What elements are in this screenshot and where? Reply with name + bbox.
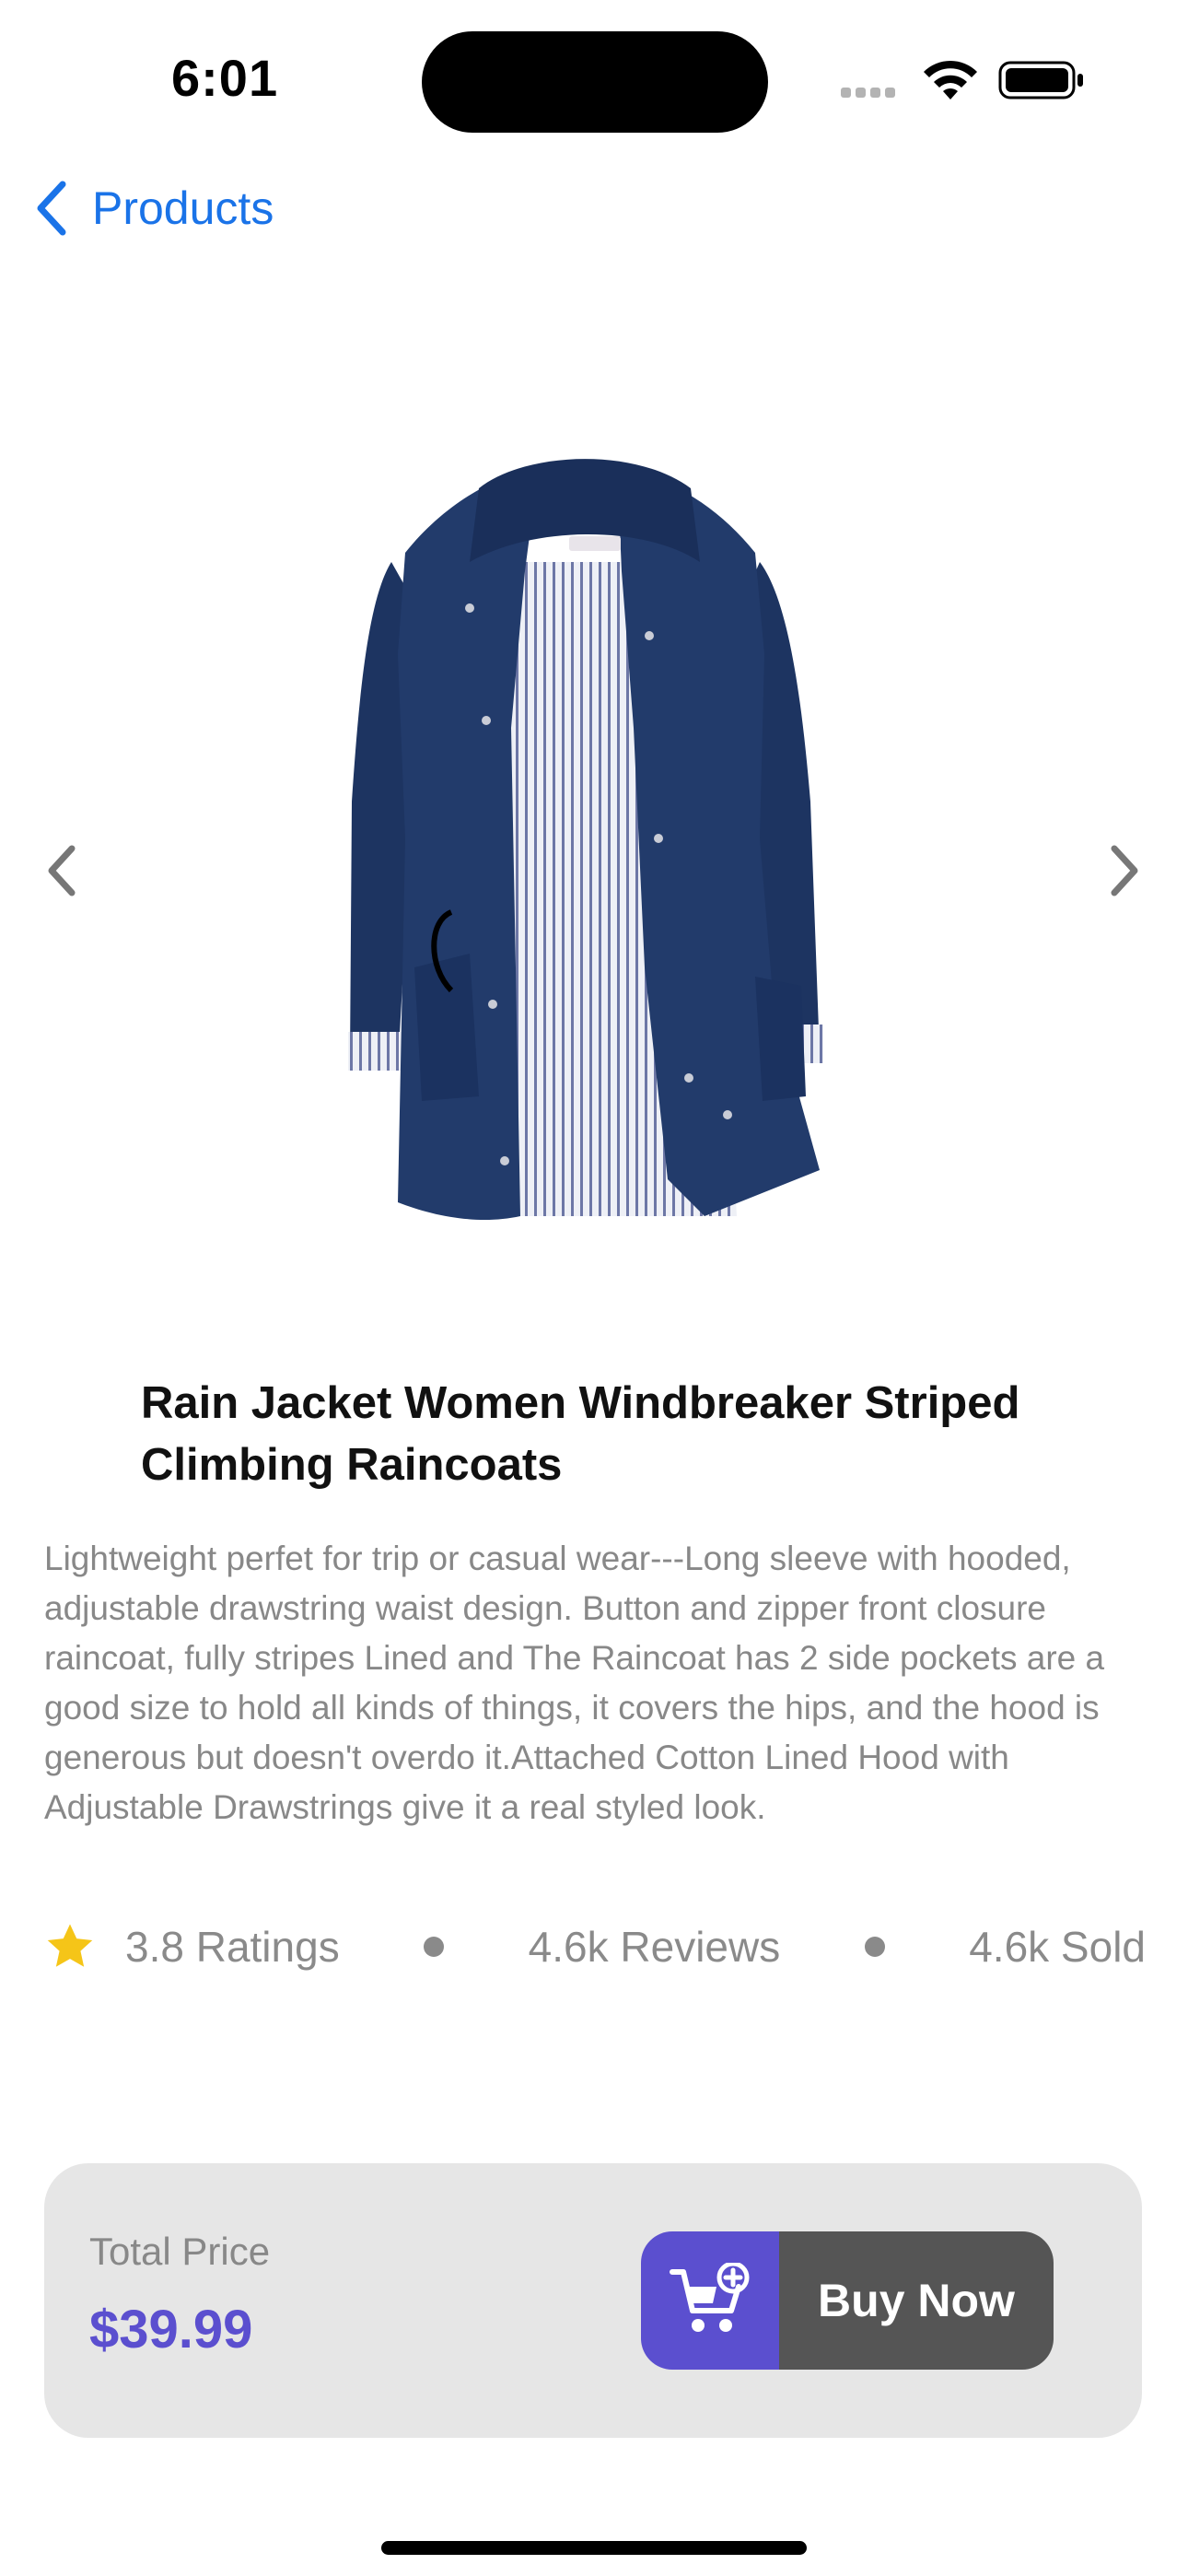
dynamic-island [422,31,768,133]
product-image [348,459,823,1221]
add-to-cart-button[interactable] [641,2231,779,2370]
home-indicator[interactable] [381,2541,807,2555]
product-description: Lightweight perfet for trip or casual we… [44,1540,1105,1826]
reviews-label[interactable]: 4.6k Reviews [529,1922,781,1972]
product-stats: 3.8 Ratings 4.6k Reviews 4.6k Sold [44,1916,1146,1977]
next-image-arrow-icon[interactable] [1107,843,1144,898]
back-button-label: Products [92,182,274,234]
wifi-icon [924,60,977,100]
product-title: Rain Jacket Women Windbreaker Striped Cl… [141,1378,1020,1490]
sold-label: 4.6k Sold [969,1923,1146,1971]
status-time: 6:01 [171,49,279,107]
battery-icon [998,61,1083,100]
total-price-value: $39.99 [89,2300,253,2359]
ratings-stat: 3.8 Ratings [44,1921,340,1973]
separator-dot [864,1937,885,1957]
buy-now-label: Buy Now [779,2231,1054,2370]
buy-now-button[interactable]: Buy Now [641,2231,1054,2370]
total-price-label: Total Price [89,2230,271,2273]
cellular-signal-icon [841,86,900,102]
back-button[interactable]: Products [33,181,274,236]
ratings-label: 3.8 Ratings [125,1923,340,1971]
separator-dot [424,1937,445,1957]
cart-plus-icon [670,2263,750,2332]
chevron-left-icon [37,181,66,236]
previous-image-arrow-icon[interactable] [42,843,79,898]
star-icon [47,1924,93,1967]
